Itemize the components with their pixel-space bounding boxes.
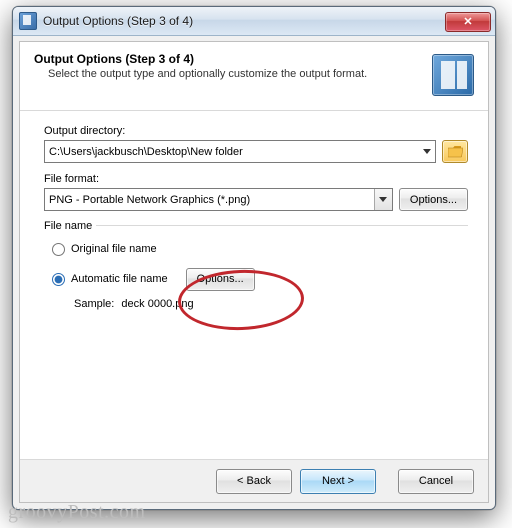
wizard-header: Output Options (Step 3 of 4) Select the …	[20, 42, 488, 110]
titlebar[interactable]: Output Options (Step 3 of 4) ✕	[13, 7, 495, 36]
wizard-footer: < Back Next > Cancel	[20, 459, 488, 502]
file-format-value: PNG - Portable Network Graphics (*.png)	[49, 194, 250, 206]
sample-value: deck 0000.png	[121, 298, 193, 310]
chevron-down-icon[interactable]	[418, 141, 435, 162]
header-icon	[432, 54, 474, 96]
dialog-window: Output Options (Step 3 of 4) ✕ Output Op…	[12, 6, 496, 510]
window-title: Output Options (Step 3 of 4)	[43, 14, 445, 28]
automatic-file-name-label: Automatic file name	[71, 273, 168, 285]
close-button[interactable]: ✕	[445, 12, 491, 32]
file-name-options-button[interactable]: Options...	[186, 268, 255, 291]
file-name-group-label: File name	[44, 220, 96, 232]
output-directory-label: Output directory:	[44, 125, 468, 137]
output-directory-value: C:\Users\jackbusch\Desktop\New folder	[49, 146, 243, 158]
output-directory-input[interactable]: C:\Users\jackbusch\Desktop\New folder	[44, 140, 436, 163]
original-file-name-label: Original file name	[71, 243, 157, 255]
browse-folder-button[interactable]	[442, 140, 468, 163]
back-button[interactable]: < Back	[216, 469, 292, 494]
close-icon: ✕	[463, 15, 472, 28]
automatic-file-name-radio[interactable]	[52, 273, 65, 286]
chevron-down-icon[interactable]	[374, 189, 392, 210]
sample-label: Sample:	[74, 298, 114, 310]
file-format-select[interactable]: PNG - Portable Network Graphics (*.png)	[44, 188, 393, 211]
folder-icon	[448, 146, 463, 158]
app-icon	[19, 12, 37, 30]
next-button[interactable]: Next >	[300, 469, 376, 494]
file-format-options-button[interactable]: Options...	[399, 188, 468, 211]
cancel-button[interactable]: Cancel	[398, 469, 474, 494]
client-area: Output Options (Step 3 of 4) Select the …	[19, 41, 489, 503]
file-format-label: File format:	[44, 173, 468, 185]
page-subtitle: Select the output type and optionally cu…	[34, 68, 422, 80]
page-title: Output Options (Step 3 of 4)	[34, 52, 422, 66]
original-file-name-radio[interactable]	[52, 243, 65, 256]
